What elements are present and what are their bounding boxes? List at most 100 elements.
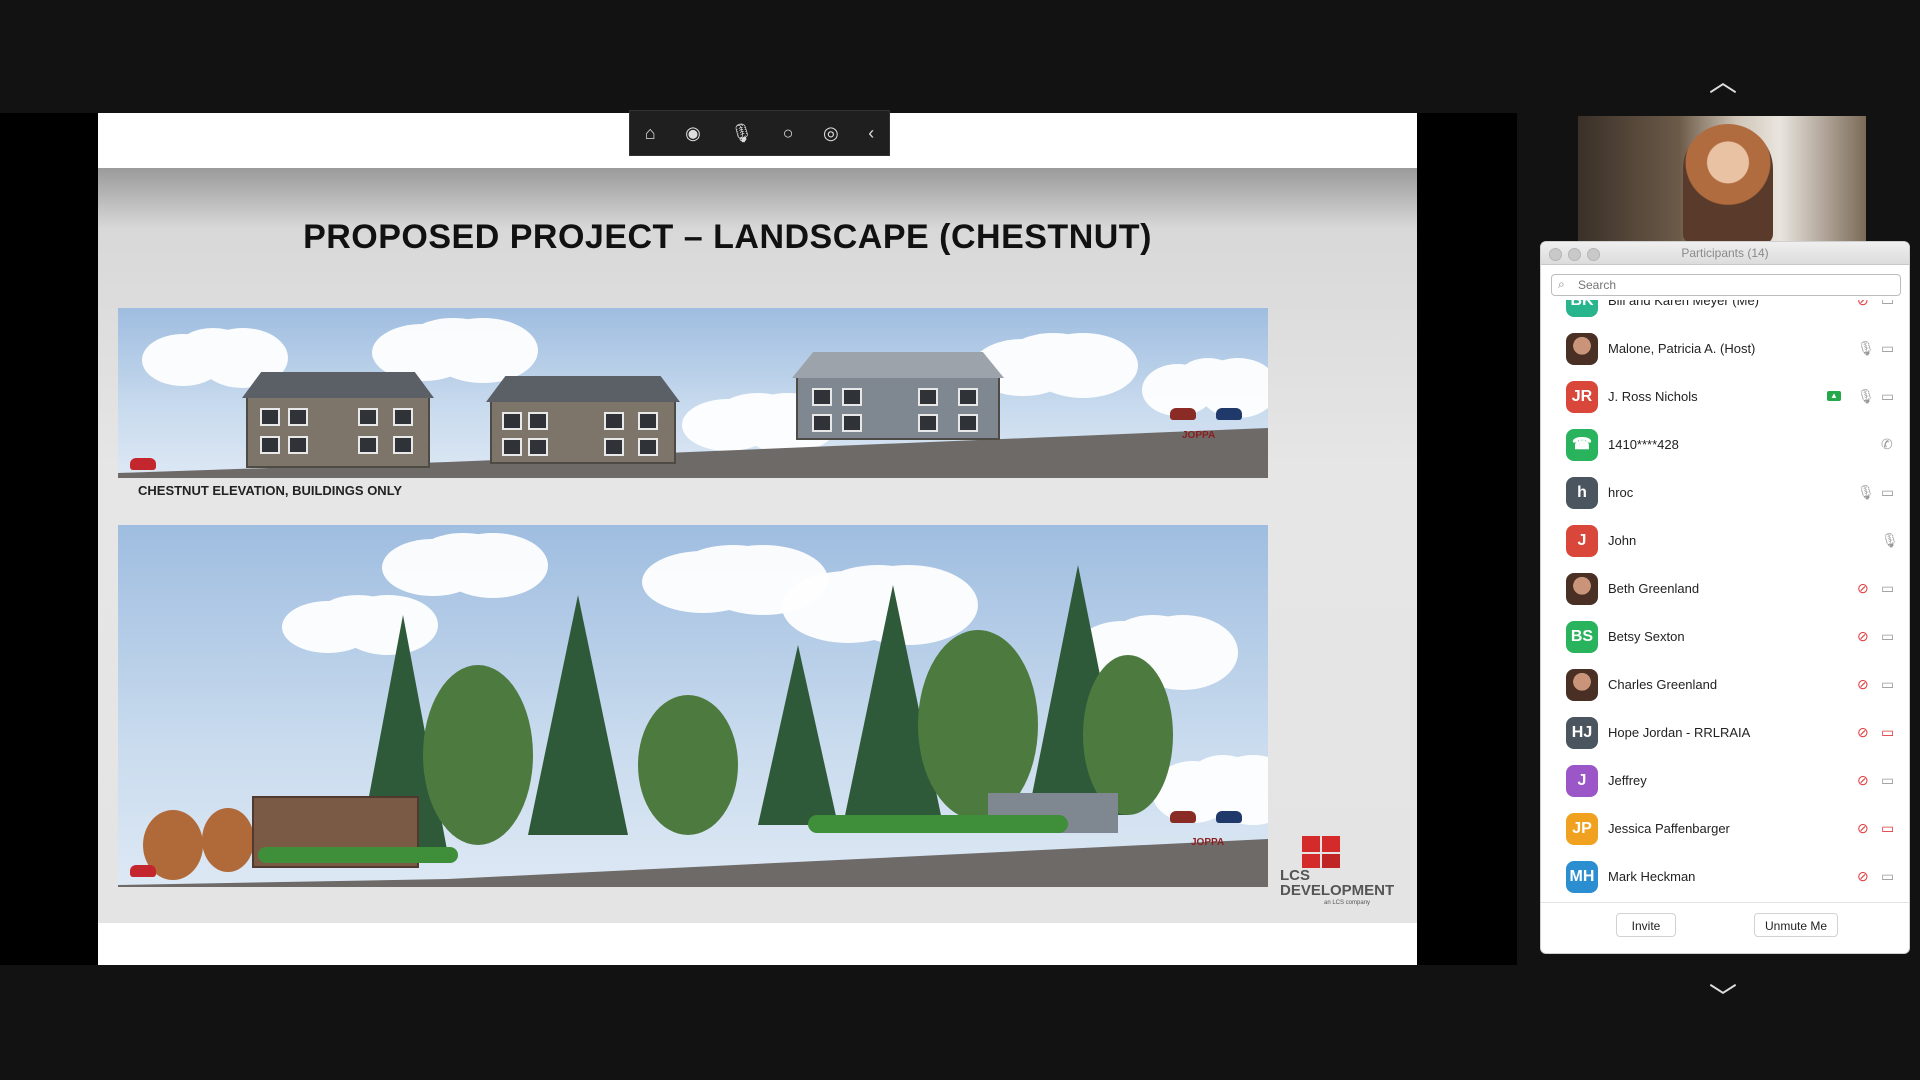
participant-name: Bill and Karen Meyer (Me)	[1608, 300, 1759, 308]
camera-icon: ▭	[1881, 484, 1895, 500]
lcs-development-logo: LCS DEVELOPMENT an LCS company	[1280, 836, 1394, 916]
collapse-icon[interactable]: ‹	[868, 123, 874, 144]
building	[792, 352, 1004, 440]
video-thumbnail[interactable]	[1578, 116, 1866, 242]
scroll-down-chevron-icon[interactable]: ﹀	[1703, 984, 1743, 1012]
participant-row[interactable]: h hroc 🎙 ▭	[1541, 470, 1909, 518]
car	[1216, 408, 1242, 420]
hedge	[808, 815, 1068, 833]
participant-name: hroc	[1608, 485, 1634, 500]
share-annotation-toolbar: ⌂ ◉ 🎙 ○ ◎ ‹	[629, 110, 890, 156]
participants-footer: Invite Unmute Me	[1541, 902, 1909, 953]
avatar: BS	[1566, 621, 1598, 653]
avatar: h	[1566, 477, 1598, 509]
hedge	[258, 847, 458, 863]
road-label: JOPPA	[1182, 430, 1216, 441]
circle-icon[interactable]: ○	[783, 123, 794, 144]
invite-button[interactable]: Invite	[1616, 913, 1676, 937]
scroll-up-chevron-icon[interactable]: ︿	[1703, 68, 1743, 96]
participant-row[interactable]: JR J. Ross Nichols ▲ 🎙 ▭	[1541, 374, 1909, 422]
avatar: J	[1566, 525, 1598, 557]
participant-video-person	[1683, 124, 1773, 242]
cloud	[1008, 333, 1098, 378]
participant-name: Charles Greenland	[1608, 677, 1718, 692]
car	[1170, 811, 1196, 823]
participant-name: Hope Jordan - RRLRAIA	[1608, 725, 1751, 740]
search-icon: ⌕	[1558, 277, 1565, 291]
participant-name: Malone, Patricia A. (Host)	[1608, 341, 1756, 356]
camera-icon: ▭	[1881, 388, 1895, 404]
cloud	[408, 318, 498, 363]
participant-name: Jessica Paffenbarger	[1608, 821, 1730, 836]
participant-name: 1410****428	[1608, 437, 1679, 452]
close-window-button[interactable]	[1549, 248, 1562, 261]
car	[1170, 408, 1196, 420]
avatar: JR	[1566, 381, 1598, 413]
avatar	[1566, 333, 1598, 365]
participant-row[interactable]: BS Betsy Sexton ⊘ ▭	[1541, 614, 1909, 662]
participant-row[interactable]: Beth Greenland ⊘ ▭	[1541, 566, 1909, 614]
participant-name: Beth Greenland	[1608, 581, 1700, 596]
screen-share-icon: ▲	[1827, 391, 1841, 401]
logo-text: LCS DEVELOPMENT	[1280, 867, 1395, 899]
camera-icon: ▭	[1881, 628, 1895, 644]
participant-row[interactable]: JP Jessica Paffenbarger ⊘ ▭	[1541, 806, 1909, 854]
mic-muted-icon: ⊘	[1857, 820, 1869, 836]
participants-list[interactable]: BK Bill and Karen Meyer (Me) ⊘ ▭ Malone, Pat…	[1541, 300, 1909, 902]
avatar: HJ	[1566, 717, 1598, 749]
panel-caption: CHESTNUT ELEVATION, BUILDINGS ONLY	[138, 483, 403, 498]
avatar	[1566, 669, 1598, 701]
avatar: J	[1566, 765, 1598, 797]
car	[1216, 811, 1242, 823]
participant-name: J. Ross Nichols	[1608, 389, 1698, 404]
camera-icon: ▭	[1881, 772, 1895, 788]
participant-row[interactable]: ☎ 1410****428 ✆	[1541, 422, 1909, 470]
slide-title: PROPOSED PROJECT – LANDSCAPE (CHESTNUT)	[303, 218, 1152, 256]
avatar: MH	[1566, 861, 1598, 893]
participants-search[interactable]: ⌕	[1551, 274, 1901, 296]
participants-search-input[interactable]	[1576, 276, 1880, 294]
camera-off-icon: ▭	[1881, 820, 1895, 836]
mic-muted-icon: ⊘	[1857, 580, 1869, 596]
participant-name: Mark Heckman	[1608, 869, 1696, 884]
record-icon[interactable]: ◉	[685, 123, 701, 144]
mic-icon: 🎙	[1857, 340, 1875, 356]
building	[486, 376, 680, 464]
zoom-window-button[interactable]	[1587, 248, 1600, 261]
participant-row[interactable]: MH Mark Heckman ⊘ ▭	[1541, 854, 1909, 902]
participant-row[interactable]: BK Bill and Karen Meyer (Me) ⊘ ▭	[1541, 300, 1909, 326]
elevation-landscape-panel: JOPPA	[118, 525, 1268, 887]
mic-muted-icon: ⊘	[1857, 868, 1869, 884]
camera-off-icon: ▭	[1881, 724, 1895, 740]
minimize-window-button[interactable]	[1568, 248, 1581, 261]
building	[242, 372, 434, 468]
road-label: JOPPA	[1191, 837, 1225, 848]
camera-icon: ▭	[1881, 340, 1895, 356]
participant-row[interactable]: HJ Hope Jordan - RRLRAIA ⊘ ▭	[1541, 710, 1909, 758]
mic-icon: 🎙	[1857, 484, 1875, 500]
unmute-me-button[interactable]: Unmute Me	[1754, 913, 1838, 937]
mic-muted-icon: ⊘	[1857, 772, 1869, 788]
camera-icon: ▭	[1881, 868, 1895, 884]
shared-screen: PROPOSED PROJECT – LANDSCAPE (CHESTNUT)	[0, 113, 1517, 965]
camera-icon: ▭	[1881, 580, 1895, 596]
mic-icon: 🎙	[1881, 532, 1899, 548]
mic-icon: 🎙	[1857, 388, 1875, 404]
elevation-buildings-panel: JOPPA	[118, 308, 1268, 478]
car	[130, 458, 156, 470]
participant-row[interactable]: Malone, Patricia A. (Host) 🎙 ▭	[1541, 326, 1909, 374]
presentation-slide: PROPOSED PROJECT – LANDSCAPE (CHESTNUT)	[98, 113, 1417, 965]
mic-icon[interactable]: 🎙	[730, 123, 753, 144]
participant-row[interactable]: J Jeffrey ⊘ ▭	[1541, 758, 1909, 806]
participant-row[interactable]: Charles Greenland ⊘ ▭	[1541, 662, 1909, 710]
broadcast-icon[interactable]: ◎	[823, 123, 839, 144]
participants-title: Participants (14)	[1681, 246, 1769, 260]
camera-icon: ▭	[1881, 676, 1895, 692]
participant-row[interactable]: J John 🎙	[1541, 518, 1909, 566]
avatar: JP	[1566, 813, 1598, 845]
cloud	[178, 328, 248, 368]
avatar	[1566, 573, 1598, 605]
brand-icon[interactable]: ⌂	[645, 123, 656, 144]
participants-panel: Participants (14) ⌕ BK Bill and Karen Mey…	[1540, 241, 1910, 954]
mic-muted-icon: ⊘	[1857, 628, 1869, 644]
